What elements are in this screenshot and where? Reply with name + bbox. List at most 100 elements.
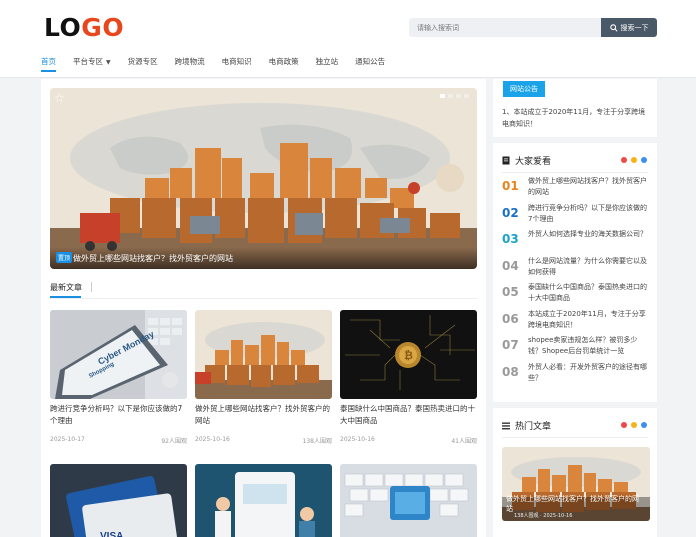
popular-item-title[interactable]: 泰国缺什么中国商品？泰国热卖进口的十大中国商品 bbox=[528, 282, 650, 304]
notice-text[interactable]: 1、本站成立于2020年11月，专注于分享跨境电商知识！ bbox=[502, 106, 652, 130]
popular-item-title[interactable]: 本站成立于2020年11月，专注于分享跨境电商知识！ bbox=[528, 309, 650, 331]
popular-item-title[interactable]: 跨进行竞争分析吗？以下是你应该做的7个理由 bbox=[528, 203, 650, 225]
widget-dots bbox=[621, 422, 647, 428]
hot-article-meta: 138人围观 · 2025-10-16 bbox=[514, 513, 573, 519]
dot-icon bbox=[631, 422, 637, 428]
article-date: 2025-10-16 bbox=[340, 436, 375, 443]
rank-number: 08 bbox=[502, 364, 519, 379]
site-logo[interactable]: LOGO bbox=[44, 14, 124, 42]
hot-widget: 热门文章 做外贸上哪些网站找客户？找外贸客户的网站 138人围观 · 2025-… bbox=[493, 408, 657, 537]
article-card[interactable]: Cyber Monday Shopping 跨进行竞争分析吗？以下是你应该做的7… bbox=[50, 310, 187, 445]
hot-article-thumbnail[interactable]: 做外贸上哪些网站找客户？找外贸客户的网站 138人围观 · 2025-10-16 bbox=[502, 447, 650, 521]
divider bbox=[50, 298, 477, 299]
slider-dot[interactable] bbox=[440, 94, 445, 98]
site-notice: 网站公告 1、本站成立于2020年11月，专注于分享跨境电商知识！ bbox=[493, 79, 657, 137]
notice-tag[interactable]: 网站公告 bbox=[503, 81, 545, 97]
nav-item-sourcing[interactable]: 货源专区 bbox=[128, 56, 158, 72]
widget-header: 大家爱看 bbox=[502, 154, 551, 167]
slider-dot[interactable] bbox=[464, 94, 469, 98]
article-thumbnail[interactable]: Cyber Monday Shopping bbox=[50, 310, 187, 399]
hero-image bbox=[50, 88, 477, 269]
search-box: 搜索一下 bbox=[409, 18, 657, 37]
popular-list-item[interactable]: 08 外贸人必看：开发外贸客户的途径有哪些？ bbox=[502, 362, 650, 384]
pinned-badge: 置顶 bbox=[56, 252, 73, 263]
popular-item-title[interactable]: 外贸人如何选择专业的海关数据公司？ bbox=[528, 229, 650, 251]
nav-item-home[interactable]: 首页 bbox=[41, 56, 56, 72]
svg-text:₿: ₿ bbox=[404, 349, 413, 362]
nav-item-announcements[interactable]: 通知公告 bbox=[355, 56, 385, 72]
hot-article-title[interactable]: 做外贸上哪些网站找客户？找外贸客户的网站 bbox=[506, 494, 641, 514]
article-thumbnail[interactable]: ₿ bbox=[340, 310, 477, 399]
article-title[interactable]: 做外贸上哪些网站找客户？找外贸客户的网站 bbox=[195, 403, 332, 429]
article-date: 2025-10-16 bbox=[195, 436, 230, 443]
main-content: ☆ 置顶 做外贸上哪些网站找客户？找外贸客户的网站 最新文章 Cyber Mon… bbox=[41, 79, 486, 537]
widget-dots bbox=[621, 157, 647, 163]
article-card[interactable]: 做外贸上哪些网站找客户？找外贸客户的网站 2025-10-16 138人围观 bbox=[195, 310, 332, 445]
tab-divider bbox=[91, 282, 92, 292]
popular-item-title[interactable]: shopee卖家违规怎么样？被罚多少钱？Shopee后台罚单统计一览 bbox=[528, 335, 650, 357]
svg-text:VISA: VISA bbox=[100, 531, 123, 537]
article-views: 92人围观 bbox=[161, 438, 187, 445]
rank-number: 01 bbox=[502, 179, 519, 193]
article-views: 41人围观 bbox=[451, 438, 477, 445]
site-header: LOGO 搜索一下 首页 平台专区▼ 货源专区 跨境物流 电商知识 电商政策 独… bbox=[0, 0, 696, 78]
tab-latest-articles[interactable]: 最新文章 bbox=[50, 282, 82, 298]
dot-icon bbox=[641, 422, 647, 428]
main-nav: 首页 平台专区 ▼ 货源专区 跨境物流 电商知识 电商政策 独立站 通知公告 bbox=[41, 56, 402, 72]
article-title[interactable]: 跨进行竞争分析吗？以下是你应该做的7个理由 bbox=[50, 403, 187, 429]
star-icon[interactable]: ☆ bbox=[54, 91, 65, 105]
popular-list-item[interactable]: 04 什么是网站流量？为什么你需要它以及如何获得 bbox=[502, 256, 650, 278]
article-image bbox=[195, 464, 332, 537]
document-icon bbox=[502, 156, 510, 165]
popular-list-item[interactable]: 03 外贸人如何选择专业的海关数据公司？ bbox=[502, 229, 650, 251]
nav-label: 首页 bbox=[41, 57, 56, 66]
popular-item-title[interactable]: 什么是网站流量？为什么你需要它以及如何获得 bbox=[528, 256, 650, 278]
search-input[interactable] bbox=[409, 18, 601, 37]
popular-list-item[interactable]: 02 跨进行竞争分析吗？以下是你应该做的7个理由 bbox=[502, 203, 650, 225]
rank-number: 03 bbox=[502, 232, 519, 246]
slider-dots[interactable] bbox=[440, 94, 469, 98]
widget-header: 热门文章 bbox=[502, 419, 551, 432]
article-meta: 2025-10-17 92人围观 bbox=[50, 436, 187, 445]
nav-label: 电商政策 bbox=[268, 57, 299, 66]
article-card[interactable]: VISA bbox=[50, 464, 187, 537]
nav-item-policy[interactable]: 电商政策 bbox=[269, 56, 299, 72]
article-image bbox=[340, 464, 477, 537]
hero-title[interactable]: 做外贸上哪些网站找客户？找外贸客户的网站 bbox=[73, 253, 233, 264]
article-views: 138人围观 bbox=[302, 438, 332, 445]
article-image: VISA bbox=[50, 464, 187, 537]
article-date: 2025-10-17 bbox=[50, 436, 85, 443]
article-thumbnail[interactable]: VISA bbox=[50, 464, 187, 537]
nav-item-knowledge[interactable]: 电商知识 bbox=[222, 56, 252, 72]
popular-list-item[interactable]: 07 shopee卖家违规怎么样？被罚多少钱？Shopee后台罚单统计一览 bbox=[502, 335, 650, 357]
article-thumbnail[interactable] bbox=[195, 310, 332, 399]
article-thumbnail[interactable] bbox=[340, 464, 477, 537]
article-card[interactable]: ₿ 泰国缺什么中国商品？泰国热卖进口的十大中国商品 2025-10-16 41人… bbox=[340, 310, 477, 445]
popular-item-title[interactable]: 外贸人必看：开发外贸客户的途径有哪些？ bbox=[528, 362, 650, 384]
divider bbox=[502, 172, 648, 173]
popular-list-item[interactable]: 05 泰国缺什么中国商品？泰国热卖进口的十大中国商品 bbox=[502, 282, 650, 304]
popular-item-title[interactable]: 做外贸上哪些网站找客户？找外贸客户的网站 bbox=[528, 176, 650, 198]
article-title[interactable]: 泰国缺什么中国商品？泰国热卖进口的十大中国商品 bbox=[340, 403, 477, 429]
nav-item-logistics[interactable]: 跨境物流 bbox=[175, 56, 205, 72]
popular-list-item[interactable]: 06 本站成立于2020年11月，专注于分享跨境电商知识！ bbox=[502, 309, 650, 331]
nav-label: 跨境物流 bbox=[174, 57, 205, 66]
article-thumbnail[interactable] bbox=[195, 464, 332, 537]
nav-item-platforms[interactable]: 平台专区 ▼ bbox=[73, 56, 111, 72]
popular-list-item[interactable]: 01 做外贸上哪些网站找客户？找外贸客户的网站 bbox=[502, 176, 650, 198]
slider-dot[interactable] bbox=[448, 94, 453, 98]
nav-label: 电商知识 bbox=[221, 57, 252, 66]
article-card[interactable] bbox=[195, 464, 332, 537]
popular-widget: 大家爱看 01 做外贸上哪些网站找客户？找外贸客户的网站 02 跨进行竞争分析吗？以下… bbox=[493, 143, 657, 402]
hero-slider[interactable]: ☆ 置顶 做外贸上哪些网站找客户？找外贸客户的网站 bbox=[50, 88, 477, 269]
widget-title: 热门文章 bbox=[515, 422, 552, 432]
rank-number: 04 bbox=[502, 258, 519, 273]
search-button[interactable]: 搜索一下 bbox=[601, 18, 657, 37]
slider-dot[interactable] bbox=[456, 94, 461, 98]
nav-item-independent-site[interactable]: 独立站 bbox=[316, 56, 339, 72]
article-image: ₿ bbox=[340, 310, 477, 399]
divider bbox=[502, 437, 648, 438]
nav-label: 独立站 bbox=[315, 57, 339, 66]
article-card[interactable] bbox=[340, 464, 477, 537]
dot-icon bbox=[641, 157, 647, 163]
